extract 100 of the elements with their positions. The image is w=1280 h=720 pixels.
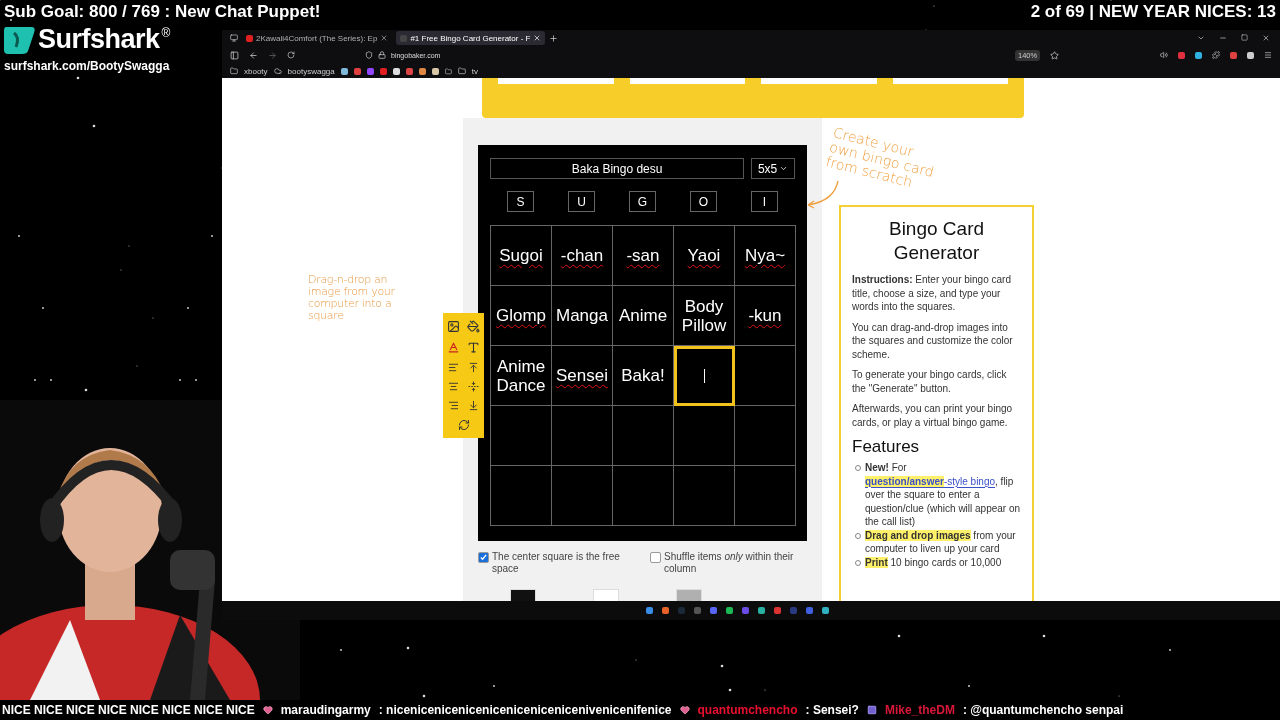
browser-tab[interactable]: #1 Free Bingo Card Generator - F bbox=[396, 31, 546, 45]
image-icon[interactable] bbox=[446, 320, 460, 333]
column-header-field[interactable]: S bbox=[507, 191, 534, 212]
chat-username: quantumchencho bbox=[697, 703, 798, 717]
shark-logo-icon bbox=[2, 24, 36, 55]
square-text: Anime bbox=[618, 306, 668, 325]
counter-text: 2 of 69 | NEW YEAR NICES: 13 bbox=[1029, 1, 1277, 23]
square-text: Manga bbox=[556, 306, 608, 325]
info-paragraph: Instructions: Enter your bingo card title, choose a size, and type your words into the squares. bbox=[852, 273, 1012, 314]
chat-message: : Sensei? bbox=[805, 703, 859, 717]
close-icon[interactable] bbox=[533, 34, 542, 42]
align-center-icon[interactable] bbox=[447, 381, 459, 392]
sidebar-icon[interactable] bbox=[230, 50, 239, 60]
refresh-icon[interactable] bbox=[457, 419, 470, 431]
square-text: -san bbox=[626, 246, 660, 265]
back-icon[interactable] bbox=[249, 50, 258, 60]
extension-icon[interactable] bbox=[1195, 51, 1202, 59]
square-text: Anime Dance bbox=[495, 356, 547, 395]
size-select[interactable]: 5x5 bbox=[751, 158, 795, 179]
info-paragraph: To generate your bingo cards, click the "Generate" button. bbox=[852, 368, 1008, 395]
feature-item: Drag and drop images from your computer to liven up your card bbox=[865, 528, 1017, 556]
drag-drop-hint: Drag-n-drop an image from your computer into a square bbox=[308, 274, 396, 322]
paint-bucket-icon[interactable] bbox=[467, 320, 481, 333]
speaker-icon[interactable] bbox=[1160, 51, 1168, 59]
shield-icon[interactable] bbox=[365, 51, 373, 59]
new-tab-icon[interactable] bbox=[549, 33, 559, 43]
align-top-icon[interactable] bbox=[468, 362, 480, 373]
registered-mark: ® bbox=[161, 26, 171, 40]
checkbox[interactable] bbox=[478, 552, 489, 563]
puzzle-icon[interactable] bbox=[1212, 51, 1220, 59]
info-heading: Bingo Card Generator bbox=[887, 217, 986, 265]
text-outline-icon[interactable] bbox=[467, 341, 481, 354]
square-text: Body Pillow bbox=[680, 296, 728, 335]
tab-list-icon[interactable] bbox=[230, 34, 238, 42]
heart-icon bbox=[679, 705, 690, 715]
browser-tab[interactable]: 2Kawaii4Comfort (The Series): Ep bbox=[242, 31, 393, 45]
menu-icon[interactable] bbox=[1264, 51, 1272, 59]
taskbar-app-icon[interactable] bbox=[646, 607, 653, 614]
taskbar-app-icon[interactable] bbox=[806, 607, 813, 614]
info-paragraph: Afterwards, you can print your bingo cards, or play a virtual bingo game. bbox=[852, 402, 1014, 429]
square-text: Baka! bbox=[621, 366, 665, 385]
taskbar-app-icon[interactable] bbox=[710, 607, 717, 614]
square-text: Sensei bbox=[556, 366, 608, 385]
features-heading: Features bbox=[852, 437, 921, 457]
title-field[interactable]: Baka Bingo desu bbox=[490, 158, 745, 179]
square-text: Sugoi bbox=[499, 246, 543, 265]
create-hint: Create your own bingo card from scratch bbox=[824, 125, 937, 193]
taskbar-app-icon[interactable] bbox=[726, 607, 733, 614]
feature-item: Print 10 bingo cards or 10,000 bbox=[865, 555, 1003, 569]
text-cursor bbox=[703, 368, 705, 383]
taskbar-app-icon[interactable] bbox=[822, 607, 829, 614]
feature-link[interactable]: question/answer bbox=[865, 475, 944, 487]
maximize-icon[interactable] bbox=[1241, 34, 1248, 42]
badge-icon bbox=[866, 705, 877, 715]
align-right-icon[interactable] bbox=[447, 400, 459, 411]
align-left-icon[interactable] bbox=[447, 362, 459, 373]
checkbox[interactable] bbox=[650, 552, 661, 563]
heart-icon bbox=[262, 705, 273, 715]
folder-icon[interactable] bbox=[457, 67, 466, 75]
lock-icon[interactable] bbox=[378, 51, 386, 59]
align-bottom-icon[interactable] bbox=[468, 400, 480, 411]
sponsor-url: surfshark.com/BootySwagga bbox=[3, 59, 171, 73]
text-color-icon[interactable] bbox=[446, 341, 460, 354]
chat-username: Mike_theDM bbox=[884, 703, 955, 717]
sub-goal-text: Sub Goal: 800 / 769 : New Chat Puppet! bbox=[3, 1, 322, 23]
checkbox-label: Shuffle items only within their column bbox=[664, 551, 795, 575]
taskbar-app-icon[interactable] bbox=[742, 607, 749, 614]
chat-username: maraudingarmy bbox=[280, 703, 371, 717]
taskbar-app-icon[interactable] bbox=[774, 607, 781, 614]
chevron-down-icon[interactable] bbox=[1197, 34, 1205, 42]
bookmark[interactable]: tv bbox=[471, 66, 478, 76]
extension-icon[interactable] bbox=[1247, 51, 1254, 59]
chat-message: : @quantumchencho senpai bbox=[962, 703, 1124, 717]
checkbox-label: The center square is the free space bbox=[492, 551, 621, 575]
forward-icon[interactable] bbox=[268, 50, 277, 60]
column-header-field[interactable]: U bbox=[568, 191, 595, 212]
bookmark[interactable]: bootyswagga bbox=[287, 66, 335, 76]
chat-message: : nicenicenicenicenicenicenicenicenivenicenifenice bbox=[378, 703, 672, 717]
info-paragraph: You can drag-and-drop images into the squares and customize the color scheme. bbox=[852, 320, 1014, 361]
close-icon[interactable] bbox=[1262, 34, 1270, 42]
square-text: Yaoi bbox=[687, 246, 721, 265]
sponsor-logo: Surfshark bbox=[38, 24, 160, 55]
site-icon bbox=[400, 34, 408, 42]
cloud-icon[interactable] bbox=[273, 67, 282, 75]
column-header-field[interactable]: O bbox=[690, 191, 717, 212]
square-text: -chan bbox=[560, 246, 604, 265]
star-icon[interactable] bbox=[1050, 50, 1060, 60]
folder-icon[interactable] bbox=[230, 67, 238, 75]
align-middle-icon[interactable] bbox=[468, 381, 480, 392]
column-header-field[interactable]: G bbox=[629, 191, 656, 212]
square-text: Glomp bbox=[495, 306, 547, 325]
bookmark[interactable]: xbooty bbox=[244, 66, 268, 76]
site-icon bbox=[246, 34, 253, 42]
column-header-field[interactable]: I bbox=[751, 191, 778, 212]
folder-icon[interactable] bbox=[444, 67, 452, 75]
taskbar-app-icon[interactable] bbox=[662, 607, 669, 614]
reload-icon[interactable] bbox=[287, 51, 295, 59]
close-icon[interactable] bbox=[380, 34, 389, 42]
caret-icon bbox=[779, 164, 789, 173]
taskbar-app-icon[interactable] bbox=[758, 607, 765, 614]
